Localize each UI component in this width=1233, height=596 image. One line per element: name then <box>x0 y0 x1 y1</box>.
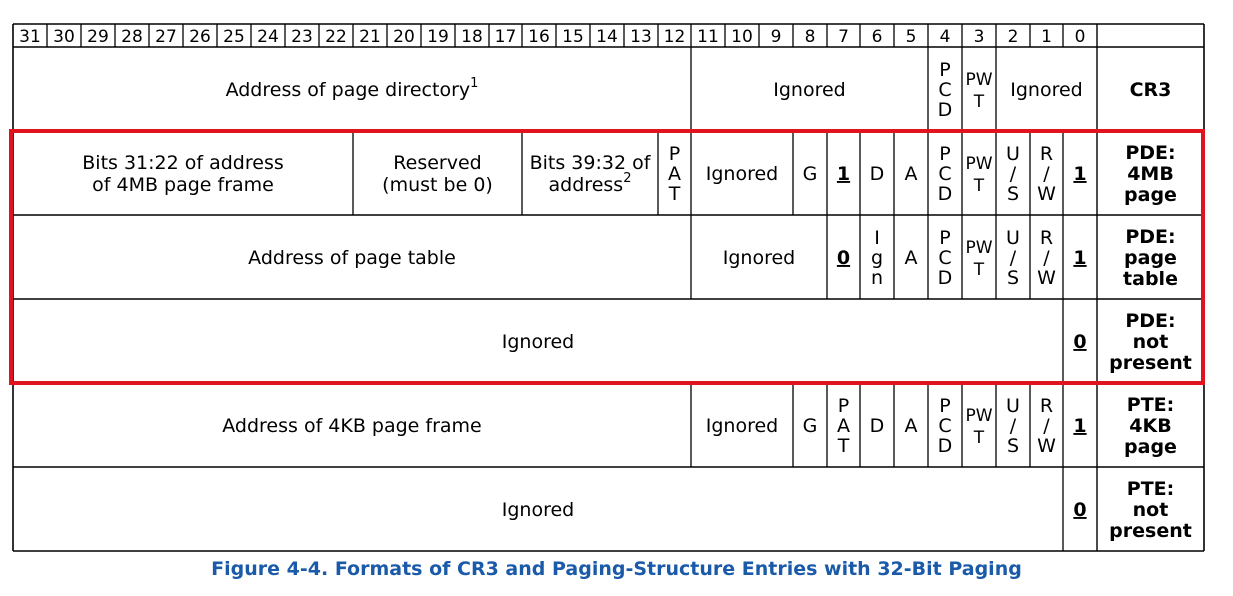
bit-number-13: 13 <box>630 27 652 47</box>
bit-number-26: 26 <box>189 27 211 47</box>
row-label-pte-np: PTE: not present <box>1109 478 1192 542</box>
field-bits-2-2: U / S <box>1006 395 1020 457</box>
field-bits-4-4: PCD <box>938 143 953 205</box>
field-bits-3-3: PW T <box>965 406 992 448</box>
bit-number-12: 12 <box>664 27 686 47</box>
field-bits-2-2: U / S <box>1006 227 1020 289</box>
field-bits-6-6: Ign <box>871 227 883 289</box>
row-pde-pt: Address of page table Ignored 0 I g n A P C D PW T U… <box>248 226 1178 290</box>
row-label-pde-np: PDE: not present <box>1109 310 1192 374</box>
field-bits-5-5: A <box>905 415 918 437</box>
bit-number-5: 5 <box>906 27 917 47</box>
field-bits-31-1: Ignored <box>502 331 574 353</box>
field-bits-16-13: Bits 39:32 of address2 <box>530 152 652 196</box>
row-label-cr3: CR3 <box>1130 79 1172 101</box>
field-bits-0-0: 1 <box>1073 247 1086 269</box>
bit-number-2: 2 <box>1008 27 1019 47</box>
bit-number-9: 9 <box>771 27 782 47</box>
field-bits-7-7: PAT <box>837 395 850 457</box>
field-bits-2-0: Ignored <box>1010 79 1082 101</box>
bit-number-21: 21 <box>359 27 381 47</box>
bit-number-6: 6 <box>872 27 883 47</box>
field-bits-0-0: 1 <box>1073 163 1086 185</box>
field-bits-0-0: 0 <box>1073 499 1086 521</box>
field-bits-31-22: Bits 31:22 of address of 4MB page frame <box>82 152 284 196</box>
bit-number-29: 29 <box>87 27 109 47</box>
row-cr3: Address of page directory1 Ignored P C D PW T I… <box>226 59 1172 121</box>
row-pde-np: Ignored 0 PDE: not present <box>502 310 1192 374</box>
field-bits-1-1: R / W <box>1037 227 1056 289</box>
row-label-pde-pt: PDE: page table <box>1123 226 1178 290</box>
bit-number-31: 31 <box>19 27 41 47</box>
bit-number-30: 30 <box>53 27 75 47</box>
row-pte-np: Ignored 0 PTE: not present <box>502 478 1192 542</box>
bit-number-28: 28 <box>121 27 143 47</box>
bit-number-18: 18 <box>461 27 483 47</box>
field-bits-11-9: Ignored <box>706 415 778 437</box>
field-bits-8-8: G <box>803 415 818 437</box>
field-bits-31-12: Address of page directory1 <box>226 76 479 101</box>
bit-number-8: 8 <box>805 27 816 47</box>
bit-number-23: 23 <box>291 27 313 47</box>
field-bits-11-9: Ignored <box>706 163 778 185</box>
field-bits-11-8: Ignored <box>723 247 795 269</box>
row-pde-4mb: Bits 31:22 of address of 4MB page frame Re… <box>82 142 1177 206</box>
bit-number-10: 10 <box>731 27 753 47</box>
bit-number-1: 1 <box>1041 27 1052 47</box>
bit-number-7: 7 <box>838 27 849 47</box>
field-bits-3-3: PW T <box>965 238 992 280</box>
field-bits-1-1: R / W <box>1037 143 1056 205</box>
bit-number-27: 27 <box>155 27 177 47</box>
bit-number-24: 24 <box>257 27 279 47</box>
field-bits-0-0: 1 <box>1073 415 1086 437</box>
bit-number-19: 19 <box>427 27 449 47</box>
field-bits-31-1: Ignored <box>502 499 574 521</box>
field-bits-7-7: 0 <box>837 247 850 269</box>
paging-structure-diagram: 31 30 29 28 27 26 25 24 23 22 21 20 19 18 17 16 15 14 13 12… <box>9 23 1205 552</box>
field-bits-0-0: 0 <box>1073 331 1086 353</box>
bit-number-11: 11 <box>697 27 719 47</box>
field-bits-2-2: U / S <box>1006 143 1020 205</box>
field-bits-31-12: Address of 4KB page frame <box>222 415 482 437</box>
bit-number-16: 16 <box>528 27 550 47</box>
field-bits-8-8: G <box>803 163 818 185</box>
field-bits-1-1: R / W <box>1037 395 1056 457</box>
bit-number-20: 20 <box>393 27 415 47</box>
field-bits-21-17: Reserved (must be 0) <box>382 152 493 196</box>
field-bits-12-12: PAT <box>668 143 681 205</box>
field-bits-3-3: PW T <box>965 154 992 196</box>
bit-number-3: 3 <box>974 27 985 47</box>
field-bits-6-6: D <box>870 415 885 437</box>
row-label-pte-4kb: PTE: 4KB page <box>1124 394 1177 458</box>
figure-caption: Figure 4-4. Formats of CR3 and Paging-St… <box>211 558 1022 580</box>
field-bits-4-4: PCD <box>938 227 953 289</box>
row-pte-4kb: Address of 4KB page frame Ignored G P A T D A P C… <box>222 394 1177 458</box>
field-bits-3-3: PW T <box>965 70 992 112</box>
bit-number-15: 15 <box>562 27 584 47</box>
field-bits-11-5: Ignored <box>773 79 845 101</box>
field-bits-7-7: 1 <box>837 163 850 185</box>
bit-number-22: 22 <box>325 27 347 47</box>
bit-number-25: 25 <box>223 27 245 47</box>
bit-number-0: 0 <box>1075 27 1086 47</box>
bit-number-4: 4 <box>940 27 951 47</box>
field-bits-5-5: A <box>905 163 918 185</box>
field-bits-6-6: D <box>870 163 885 185</box>
field-bits-31-12: Address of page table <box>248 247 456 269</box>
bit-number-17: 17 <box>495 27 517 47</box>
bit-number-14: 14 <box>596 27 618 47</box>
field-bits-4-4: PCD <box>938 59 953 121</box>
field-bits-4-4: PCD <box>938 395 953 457</box>
field-bits-5-5: A <box>905 247 918 269</box>
row-label-pde-4mb: PDE: 4MB page <box>1124 142 1177 206</box>
